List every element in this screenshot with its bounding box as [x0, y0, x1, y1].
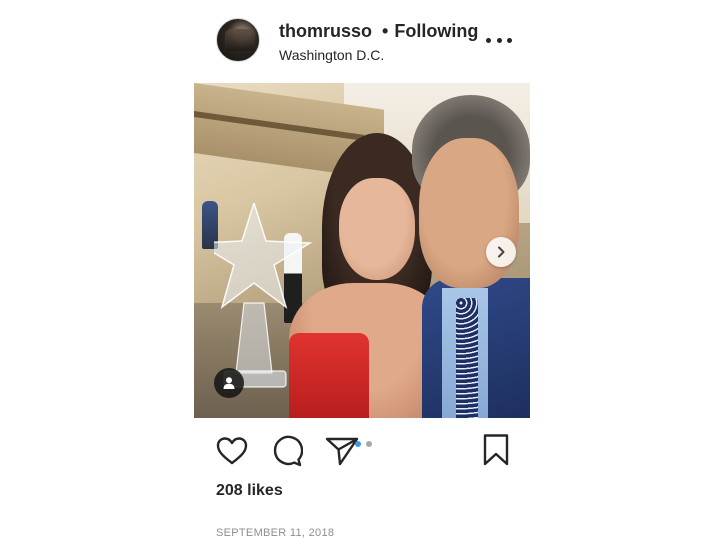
carousel-dot-active	[355, 441, 361, 447]
chevron-right-icon[interactable]	[486, 237, 516, 267]
username-link[interactable]: thomrusso	[279, 21, 372, 42]
instagram-post: thomrusso • Following Washington D.C. 20…	[0, 0, 720, 547]
comment-icon[interactable]	[270, 434, 304, 468]
carousel-dot	[366, 441, 372, 447]
following-button[interactable]: Following	[394, 21, 478, 42]
photo-star-trophy	[214, 203, 313, 388]
likes-count[interactable]: 208 likes	[216, 482, 283, 500]
paper-plane-icon[interactable]	[324, 434, 360, 468]
bookmark-icon[interactable]	[480, 432, 512, 468]
separator-dot: •	[382, 20, 389, 41]
carousel-indicator	[355, 441, 372, 447]
avatar[interactable]	[216, 18, 260, 62]
photo-woman-face	[339, 178, 415, 280]
photo-man-tie	[456, 298, 478, 418]
more-options-icon[interactable]	[486, 30, 512, 50]
location-link[interactable]: Washington D.C.	[279, 47, 384, 63]
post-timestamp[interactable]: SEPTEMBER 11, 2018	[216, 527, 334, 539]
avatar-image	[225, 29, 255, 51]
heart-icon[interactable]	[215, 434, 249, 468]
post-photo[interactable]	[194, 83, 530, 418]
user-tag-icon[interactable]	[214, 368, 244, 398]
post-header: thomrusso • Following	[279, 19, 478, 43]
